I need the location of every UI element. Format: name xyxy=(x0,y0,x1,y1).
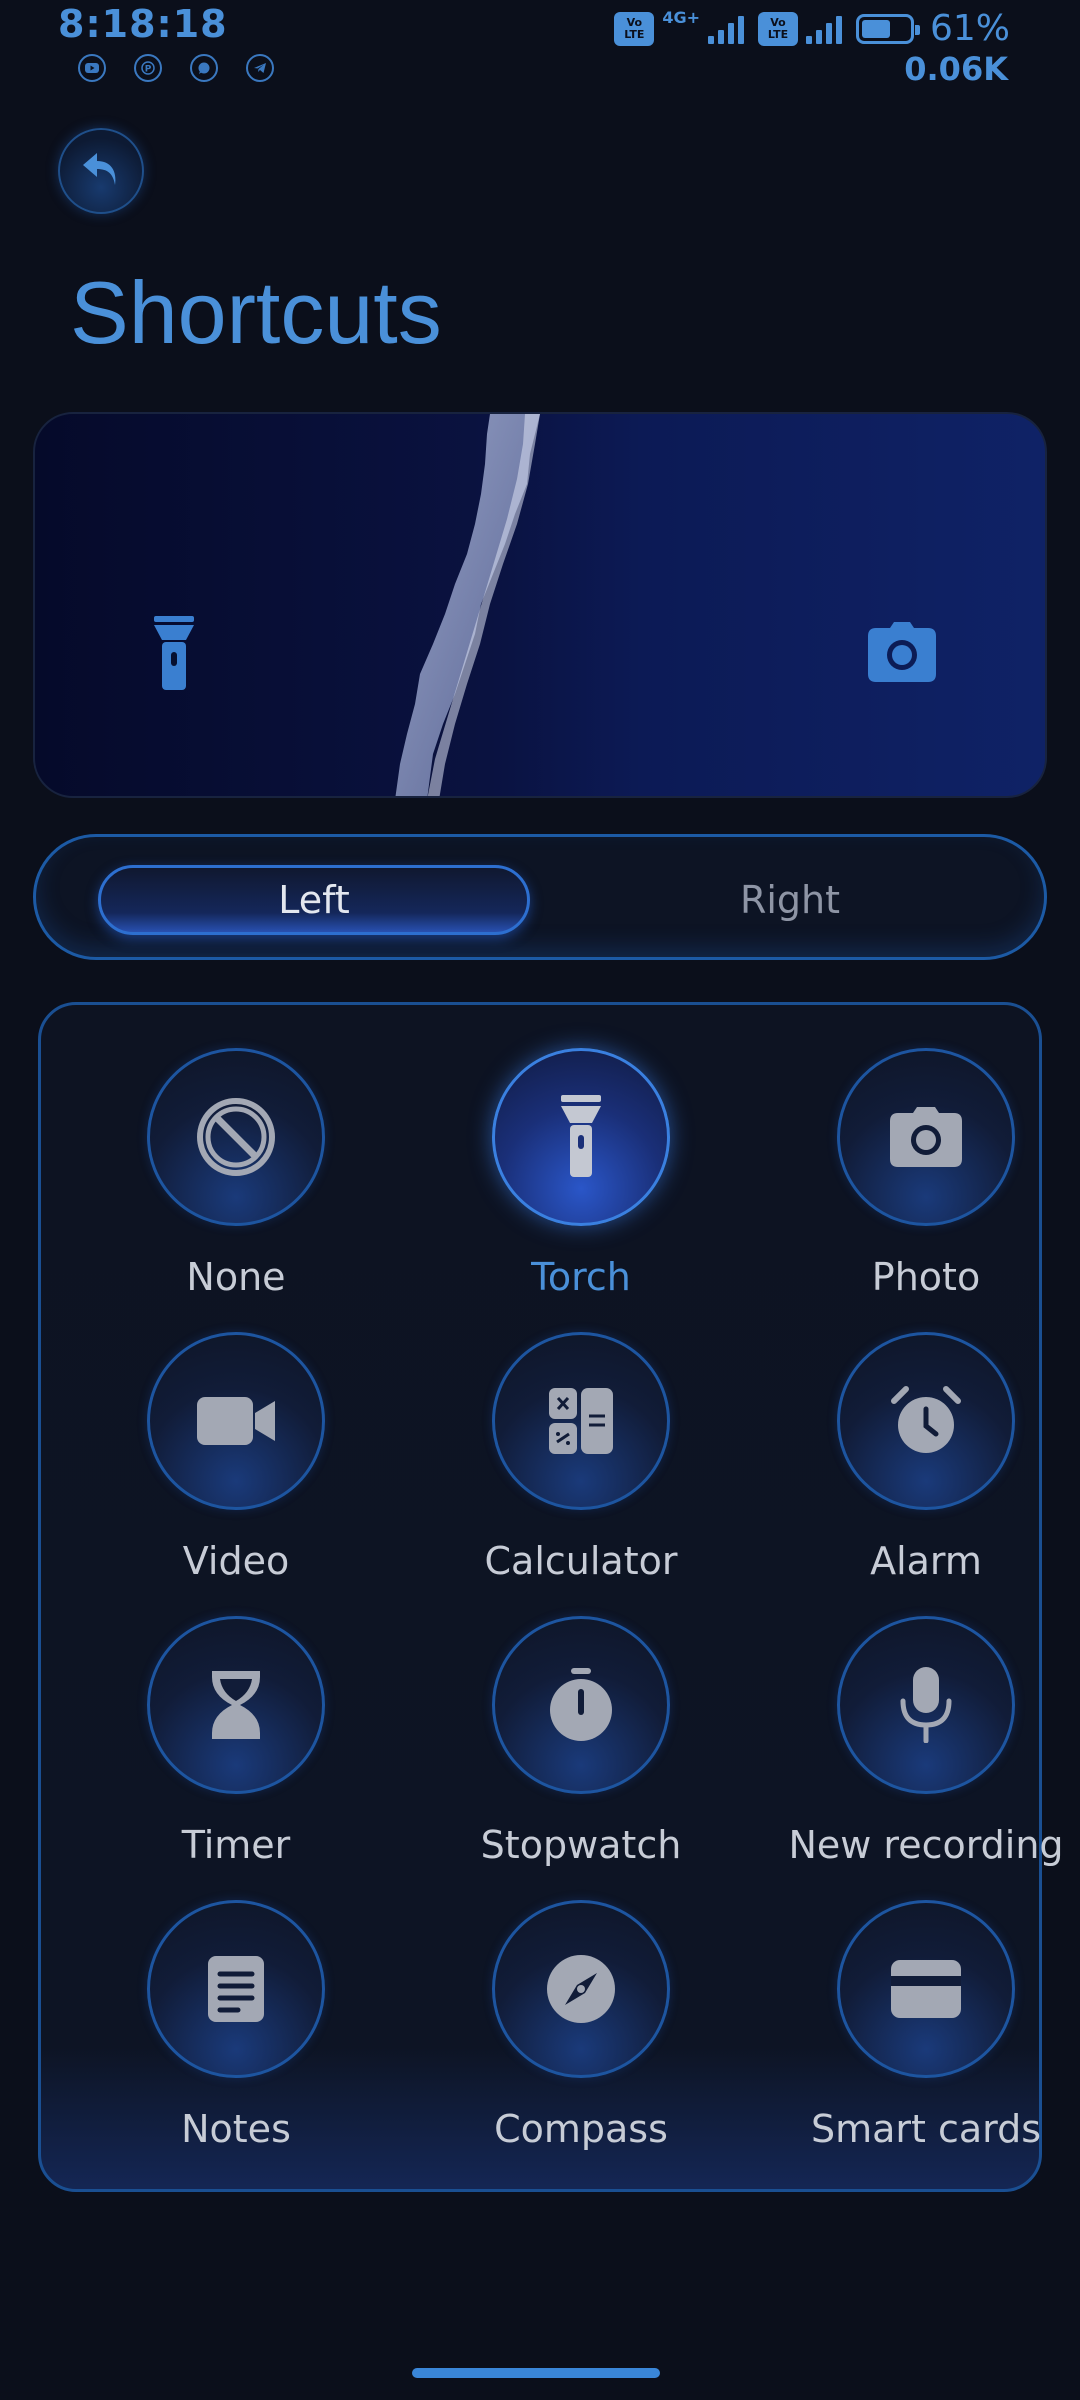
status-time: 8:18:18 xyxy=(58,2,228,46)
home-indicator[interactable] xyxy=(412,2368,660,2378)
network-speed: 0.06K xyxy=(904,50,1008,88)
shortcut-calculator-button[interactable] xyxy=(492,1332,670,1510)
calculator-icon xyxy=(549,1388,613,1454)
back-button[interactable] xyxy=(58,128,144,214)
telegram-icon xyxy=(246,54,274,82)
shortcut-photo[interactable]: Photo xyxy=(776,1005,1076,1299)
shortcut-video[interactable]: Video xyxy=(86,1289,386,1583)
shortcut-label: Compass xyxy=(494,2107,668,2151)
shortcut-photo-button[interactable] xyxy=(837,1048,1015,1226)
shortcut-calculator[interactable]: Calculator xyxy=(431,1289,731,1583)
lockscreen-preview xyxy=(33,412,1047,798)
shortcut-smart-cards-button[interactable] xyxy=(837,1900,1015,2078)
signal-icon xyxy=(707,14,744,44)
network-type: 4G+ xyxy=(662,8,700,27)
battery-percent: 61% xyxy=(929,8,1010,49)
shortcut-new-recording[interactable]: New recording xyxy=(776,1573,1076,1867)
shortcut-alarm[interactable]: Alarm xyxy=(776,1289,1076,1583)
whatsapp-icon xyxy=(190,54,218,82)
shortcut-grid: None Torch Photo Video Calculator Alarm … xyxy=(38,1002,1064,2192)
status-indicators: Vo LTE 4G+ Vo LTE 61% xyxy=(614,8,1010,49)
shortcut-compass-button[interactable] xyxy=(492,1900,670,2078)
microphone-icon xyxy=(900,1667,952,1743)
tab-right[interactable]: Right xyxy=(574,865,1006,935)
pinterest-icon: P xyxy=(134,54,162,82)
shortcut-timer-button[interactable] xyxy=(147,1616,325,1794)
shortcut-stopwatch[interactable]: Stopwatch xyxy=(431,1573,731,1867)
status-bar: 8:18:18 P Vo LTE 4G+ Vo LTE 61% 0.06K xyxy=(0,0,1080,100)
notes-icon xyxy=(208,1956,264,2022)
alarm-icon xyxy=(891,1386,961,1453)
shortcut-notes-button[interactable] xyxy=(147,1900,325,2078)
youtube-icon xyxy=(78,54,106,82)
torn-paper-wallpaper xyxy=(395,414,540,796)
shortcut-smart-cards[interactable]: Smart cards xyxy=(776,1857,1076,2151)
volte-icon-sim2: Vo LTE xyxy=(757,11,798,46)
hourglass-icon xyxy=(212,1671,260,1739)
shortcut-stopwatch-button[interactable] xyxy=(492,1616,670,1794)
stopwatch-icon xyxy=(550,1668,612,1741)
svg-text:P: P xyxy=(145,65,152,75)
shortcut-torch[interactable]: Torch xyxy=(431,1005,731,1299)
shortcut-notes[interactable]: Notes xyxy=(86,1857,386,2151)
back-arrow-icon xyxy=(83,153,116,185)
volte-icon: Vo LTE xyxy=(614,11,655,46)
battery-icon xyxy=(855,13,920,44)
compass-icon xyxy=(547,1955,615,2023)
side-tab-switcher: Left Right xyxy=(33,834,1047,960)
video-icon xyxy=(197,1397,275,1445)
shortcut-alarm-button[interactable] xyxy=(837,1332,1015,1510)
shortcut-new-recording-button[interactable] xyxy=(837,1616,1015,1794)
preview-camera-icon xyxy=(868,622,936,682)
signal-icon-sim2 xyxy=(805,14,842,44)
tab-left[interactable]: Left xyxy=(98,865,530,935)
shortcut-compass[interactable]: Compass xyxy=(431,1857,731,2151)
camera-icon xyxy=(890,1107,962,1167)
none-icon xyxy=(197,1098,275,1176)
shortcut-none[interactable]: None xyxy=(86,1005,386,1299)
shortcut-none-button[interactable] xyxy=(147,1048,325,1226)
card-icon xyxy=(891,1960,961,2018)
page-title: Shortcuts xyxy=(70,263,442,362)
shortcut-label: Smart cards xyxy=(810,2107,1042,2151)
shortcut-video-button[interactable] xyxy=(147,1332,325,1510)
shortcut-timer[interactable]: Timer xyxy=(86,1573,386,1867)
preview-torch-icon xyxy=(154,616,194,690)
shortcut-label: Notes xyxy=(181,2107,291,2151)
shortcut-torch-button[interactable] xyxy=(492,1048,670,1226)
battery-fill xyxy=(861,19,891,38)
notification-icons: P xyxy=(78,54,274,82)
torch-icon xyxy=(561,1095,601,1177)
